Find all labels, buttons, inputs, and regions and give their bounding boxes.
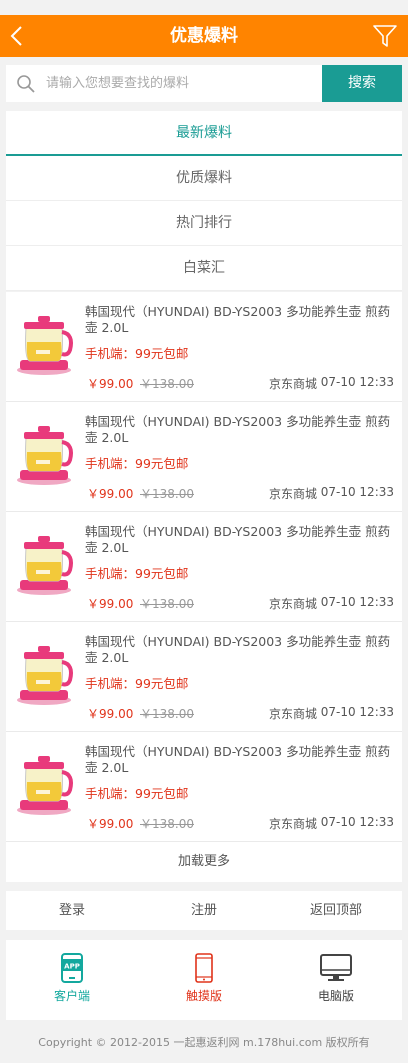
list-item[interactable]: 韩国现代（HYUNDAI) BD-YS2003 多功能养生壶 煎药壶 2.0L … bbox=[6, 402, 402, 512]
register-link[interactable]: 注册 bbox=[138, 891, 270, 930]
store-name: 京东商城 bbox=[269, 487, 318, 501]
footer-links: 登录 注册 返回顶部 bbox=[6, 891, 402, 930]
timestamp: 07-10 12:33 bbox=[320, 815, 394, 829]
search-button[interactable]: 搜索 bbox=[322, 65, 402, 102]
product-image[interactable] bbox=[12, 638, 78, 708]
product-title[interactable]: 韩国现代（HYUNDAI) BD-YS2003 多功能养生壶 煎药壶 2.0L bbox=[85, 524, 395, 556]
app-header: 优惠爆料 bbox=[0, 15, 408, 57]
list-item[interactable]: 韩国现代（HYUNDAI) BD-YS2003 多功能养生壶 煎药壶 2.0L … bbox=[6, 732, 402, 842]
deal-list: 韩国现代（HYUNDAI) BD-YS2003 多功能养生壶 煎药壶 2.0L … bbox=[6, 292, 402, 882]
category-tabs: 最新爆料 优质爆料 热门排行 白菜汇 bbox=[6, 111, 402, 291]
filter-icon[interactable] bbox=[372, 23, 398, 49]
back-to-top-link[interactable]: 返回顶部 bbox=[270, 891, 402, 930]
product-image[interactable] bbox=[12, 748, 78, 818]
touch-version-label: 触摸版 bbox=[185, 989, 222, 1003]
list-item[interactable]: 韩国现代（HYUNDAI) BD-YS2003 多功能养生壶 煎药壶 2.0L … bbox=[6, 512, 402, 622]
tab-bargains[interactable]: 白菜汇 bbox=[6, 246, 402, 291]
product-title[interactable]: 韩国现代（HYUNDAI) BD-YS2003 多功能养生壶 煎药壶 2.0L bbox=[85, 744, 395, 776]
version-switcher: APP 客户端 触摸版 电脑版 bbox=[6, 940, 402, 1020]
login-link[interactable]: 登录 bbox=[6, 891, 138, 930]
original-price: ￥138.00 bbox=[140, 597, 194, 611]
store-name: 京东商城 bbox=[269, 377, 318, 391]
timestamp: 07-10 12:33 bbox=[320, 595, 394, 609]
client-app-label: 客户端 bbox=[53, 989, 90, 1003]
original-price: ￥138.00 bbox=[140, 377, 194, 391]
price: ￥99.00 bbox=[87, 487, 134, 501]
promo-text: 手机端：99元包邮 bbox=[85, 566, 189, 581]
promo-text: 手机端：99元包邮 bbox=[85, 786, 189, 801]
search-icon bbox=[17, 75, 35, 93]
store-name: 京东商城 bbox=[269, 597, 318, 611]
app-icon: APP bbox=[61, 953, 83, 983]
timestamp: 07-10 12:33 bbox=[320, 375, 394, 389]
store-name: 京东商城 bbox=[269, 707, 318, 721]
original-price: ￥138.00 bbox=[140, 817, 194, 831]
promo-text: 手机端：99元包邮 bbox=[85, 676, 189, 691]
monitor-icon bbox=[320, 954, 352, 981]
app-icon-text: APP bbox=[64, 963, 80, 971]
product-title[interactable]: 韩国现代（HYUNDAI) BD-YS2003 多功能养生壶 煎药壶 2.0L bbox=[85, 634, 395, 666]
list-item[interactable]: 韩国现代（HYUNDAI) BD-YS2003 多功能养生壶 煎药壶 2.0L … bbox=[6, 622, 402, 732]
promo-text: 手机端：99元包邮 bbox=[85, 346, 189, 361]
store-name: 京东商城 bbox=[269, 817, 318, 831]
product-image[interactable] bbox=[12, 528, 78, 598]
tab-quality[interactable]: 优质爆料 bbox=[6, 156, 402, 201]
search-input[interactable] bbox=[46, 65, 316, 102]
pc-version-link[interactable]: 电脑版 bbox=[270, 940, 402, 1020]
tab-hot-ranking[interactable]: 热门排行 bbox=[6, 201, 402, 246]
price: ￥99.00 bbox=[87, 817, 134, 831]
product-title[interactable]: 韩国现代（HYUNDAI) BD-YS2003 多功能养生壶 煎药壶 2.0L bbox=[85, 414, 395, 446]
search-bar: 搜索 bbox=[6, 65, 402, 102]
copyright-text: Copyright © 2012-2015 一起惠返利网 m.178hui.co… bbox=[38, 1036, 370, 1049]
product-image[interactable] bbox=[12, 308, 78, 378]
phone-icon bbox=[195, 953, 213, 983]
product-title[interactable]: 韩国现代（HYUNDAI) BD-YS2003 多功能养生壶 煎药壶 2.0L bbox=[85, 304, 395, 336]
product-image[interactable] bbox=[12, 418, 78, 488]
page-title: 优惠爆料 bbox=[170, 26, 238, 46]
pc-version-label: 电脑版 bbox=[317, 989, 354, 1003]
timestamp: 07-10 12:33 bbox=[320, 485, 394, 499]
tab-latest[interactable]: 最新爆料 bbox=[6, 111, 402, 156]
timestamp: 07-10 12:33 bbox=[320, 705, 394, 719]
touch-version-link[interactable]: 触摸版 bbox=[138, 940, 270, 1020]
original-price: ￥138.00 bbox=[140, 707, 194, 721]
price: ￥99.00 bbox=[87, 707, 134, 721]
load-more-button[interactable]: 加载更多 bbox=[6, 842, 402, 882]
original-price: ￥138.00 bbox=[140, 487, 194, 501]
promo-text: 手机端：99元包邮 bbox=[85, 456, 189, 471]
price: ￥99.00 bbox=[87, 597, 134, 611]
price: ￥99.00 bbox=[87, 377, 134, 391]
list-item[interactable]: 韩国现代（HYUNDAI) BD-YS2003 多功能养生壶 煎药壶 2.0L … bbox=[6, 292, 402, 402]
client-app-link[interactable]: APP 客户端 bbox=[6, 940, 138, 1020]
